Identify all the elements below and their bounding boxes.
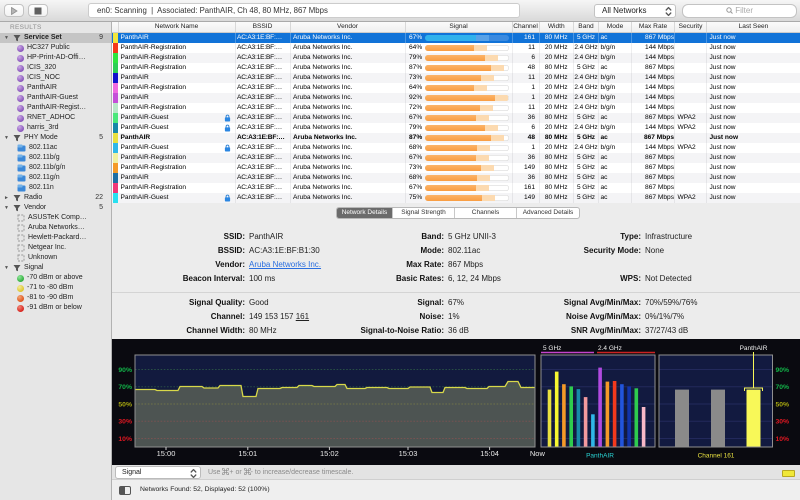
svg-text:Now: Now <box>530 449 546 458</box>
svg-text:10%: 10% <box>118 436 132 443</box>
svg-text:15:01: 15:01 <box>238 449 257 458</box>
svg-text:70%: 70% <box>118 384 132 391</box>
svg-text:10%: 10% <box>776 436 790 443</box>
svg-text:70%: 70% <box>776 384 790 391</box>
svg-text:90%: 90% <box>776 367 790 374</box>
svg-text:PanthAIR: PanthAIR <box>740 345 768 352</box>
svg-text:30%: 30% <box>776 419 790 426</box>
svg-text:50%: 50% <box>118 402 132 409</box>
svg-text:50%: 50% <box>776 402 790 409</box>
svg-text:PanthAIR: PanthAIR <box>586 453 614 460</box>
svg-text:90%: 90% <box>118 367 132 374</box>
svg-text:2.4 GHz: 2.4 GHz <box>598 345 622 352</box>
svg-text:15:02: 15:02 <box>320 449 339 458</box>
svg-text:30%: 30% <box>118 419 132 426</box>
svg-text:15:04: 15:04 <box>480 449 499 458</box>
svg-text:Channel 161: Channel 161 <box>698 453 735 460</box>
svg-text:15:00: 15:00 <box>157 449 176 458</box>
svg-text:15:03: 15:03 <box>399 449 418 458</box>
svg-text:5 GHz: 5 GHz <box>543 345 561 352</box>
